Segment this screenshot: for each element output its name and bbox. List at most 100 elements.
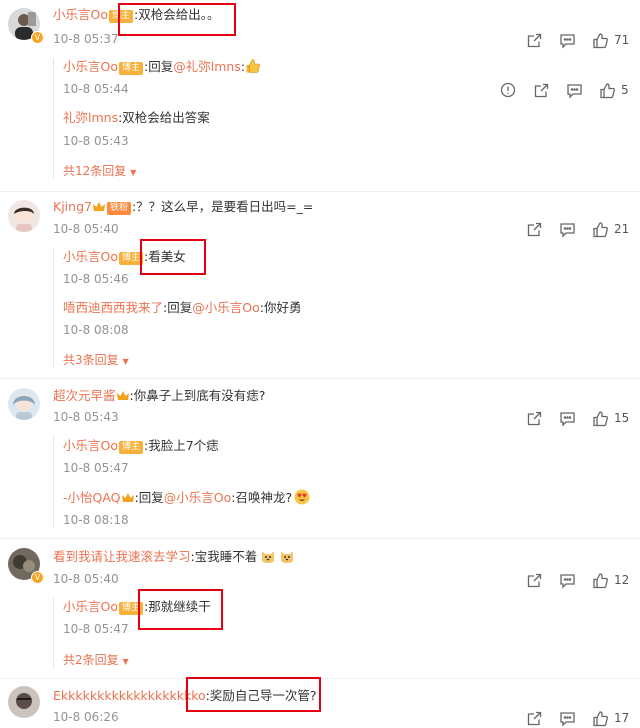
reply-time: 10-8 05:47 — [63, 622, 129, 636]
share-icon — [527, 573, 542, 587]
comment-button[interactable] — [559, 409, 576, 427]
thumbs-up-icon — [593, 32, 608, 48]
reply-prefix: :回复 — [163, 300, 193, 315]
thumbs-up-icon — [600, 82, 615, 98]
share-icon — [527, 222, 542, 236]
report-icon — [500, 82, 516, 98]
comment-button[interactable] — [559, 31, 576, 49]
share-icon — [527, 33, 542, 47]
more-replies-link[interactable]: 共2条回复 ▼ — [63, 651, 129, 668]
comment-button[interactable] — [566, 81, 583, 99]
thumbs-up-icon — [593, 710, 608, 726]
comment-time: 10-8 06:26 — [53, 710, 119, 724]
like-count: 5 — [621, 83, 629, 97]
reply-author[interactable]: 小乐言Oo — [63, 599, 118, 614]
like-button[interactable]: 5 — [599, 81, 629, 99]
crown-icon — [121, 493, 134, 502]
reply-line: -小怡QAQ :回复@小乐言Oo:召唤神龙? — [63, 489, 310, 507]
like-count: 17 — [614, 711, 630, 725]
comment-author[interactable]: 超次元早酱 — [53, 388, 116, 403]
highlight-box — [138, 589, 223, 630]
reply-time: 10-8 05:44 — [63, 82, 129, 96]
reply-time: 10-8 05:46 — [63, 272, 129, 286]
thumbs-up-icon — [593, 572, 608, 588]
reply-author[interactable]: 小乐言Oo — [63, 59, 118, 74]
comment-time: 10-8 05:37 — [53, 32, 119, 46]
reply-text: :你好勇 — [259, 300, 302, 315]
comment-button[interactable] — [559, 709, 576, 727]
dog-emoji-icon — [262, 551, 275, 563]
comment-author[interactable]: 小乐言Oo — [53, 7, 108, 22]
highlight-box — [140, 239, 206, 275]
reply-line: 小乐言Oo 博主:回复@礼弥lmns: — [63, 58, 261, 76]
share-button[interactable] — [526, 709, 543, 727]
like-button[interactable]: 21 — [592, 220, 629, 238]
reply-author[interactable]: 礼弥lmns — [63, 110, 118, 125]
like-count: 21 — [614, 222, 630, 236]
reply-author[interactable]: 小乐言Oo — [63, 249, 118, 264]
reply-prefix: :回复 — [134, 490, 164, 505]
reply-time: 10-8 08:08 — [63, 323, 129, 337]
comment-text: :？？这么早，是要看日出吗=_= — [131, 199, 314, 214]
comment-icon — [567, 83, 582, 99]
mention-link[interactable]: @礼弥lmns — [173, 59, 241, 74]
share-button[interactable] — [526, 220, 543, 238]
like-button[interactable]: 12 — [592, 571, 629, 589]
thumbs-up-icon — [593, 221, 608, 237]
comment-icon — [560, 711, 575, 727]
more-replies-link[interactable]: 共3条回复 ▼ — [63, 351, 129, 368]
share-icon — [527, 711, 542, 725]
comment-icon — [560, 573, 575, 589]
reply-thread-bar — [53, 58, 54, 178]
comment-time: 10-8 05:40 — [53, 222, 119, 236]
avatar[interactable] — [8, 388, 40, 420]
highlight-box — [118, 3, 236, 36]
caret-down-icon: ▼ — [122, 357, 129, 366]
comment-line: 超次元早酱 :你鼻子上到底有没有痣? — [53, 387, 265, 405]
thumbs-up-emoji-icon — [246, 59, 260, 73]
mention-link[interactable]: @小乐言Oo — [164, 490, 232, 505]
report-button[interactable] — [500, 81, 516, 99]
reply-text: :我脸上7个痣 — [144, 438, 219, 453]
comment-author[interactable]: 看到我请让我速滚去学习 — [53, 549, 191, 564]
reply-author[interactable]: -小怡QAQ — [63, 490, 121, 505]
iron-fan-tag: 铁粉 — [106, 202, 131, 215]
comment-icon — [560, 33, 575, 49]
reply-author[interactable]: 唔西迪西西我来了 — [63, 300, 163, 315]
reply-text: :召唤神龙? — [231, 490, 293, 505]
mention-link[interactable]: @小乐言Oo — [192, 300, 260, 315]
share-button[interactable] — [526, 571, 543, 589]
comment-icon — [560, 222, 575, 238]
comment-author[interactable]: Kjing7 — [53, 199, 92, 214]
blogger-tag: 博主 — [119, 441, 144, 454]
comment-time: 10-8 05:40 — [53, 572, 119, 586]
like-button[interactable]: 15 — [592, 409, 629, 427]
reply-thread-bar — [53, 598, 54, 668]
crown-icon — [116, 391, 129, 400]
share-button[interactable] — [526, 31, 543, 49]
reply-author[interactable]: 小乐言Oo — [63, 438, 118, 453]
thumbs-up-icon — [593, 410, 608, 426]
like-button[interactable]: 17 — [592, 709, 629, 727]
avatar[interactable] — [8, 200, 40, 232]
share-button[interactable] — [526, 409, 543, 427]
reply-line: 礼弥lmns:双枪会给出答案 — [63, 109, 210, 127]
divider — [0, 538, 640, 539]
more-replies-link[interactable]: 共12条回复 ▼ — [63, 162, 136, 179]
comment-time: 10-8 05:43 — [53, 410, 119, 424]
comment-text: :你鼻子上到底有没有痣? — [129, 388, 266, 403]
highlight-box — [186, 677, 321, 712]
avatar[interactable] — [8, 686, 40, 718]
comment-author[interactable]: Ekkkkkkkkkkkkkkkkkkko — [53, 688, 206, 703]
like-button[interactable]: 71 — [592, 31, 629, 49]
reply-time: 10-8 05:43 — [63, 134, 129, 148]
reply-thread-bar — [53, 436, 54, 528]
divider — [0, 191, 640, 192]
reply-text: :双枪会给出答案 — [118, 110, 210, 125]
comment-button[interactable] — [559, 220, 576, 238]
comment-button[interactable] — [559, 571, 576, 589]
more-replies-label: 共3条回复 — [63, 353, 119, 367]
reply-thread-bar — [53, 247, 54, 367]
share-button[interactable] — [533, 81, 550, 99]
more-replies-label: 共12条回复 — [63, 164, 127, 178]
